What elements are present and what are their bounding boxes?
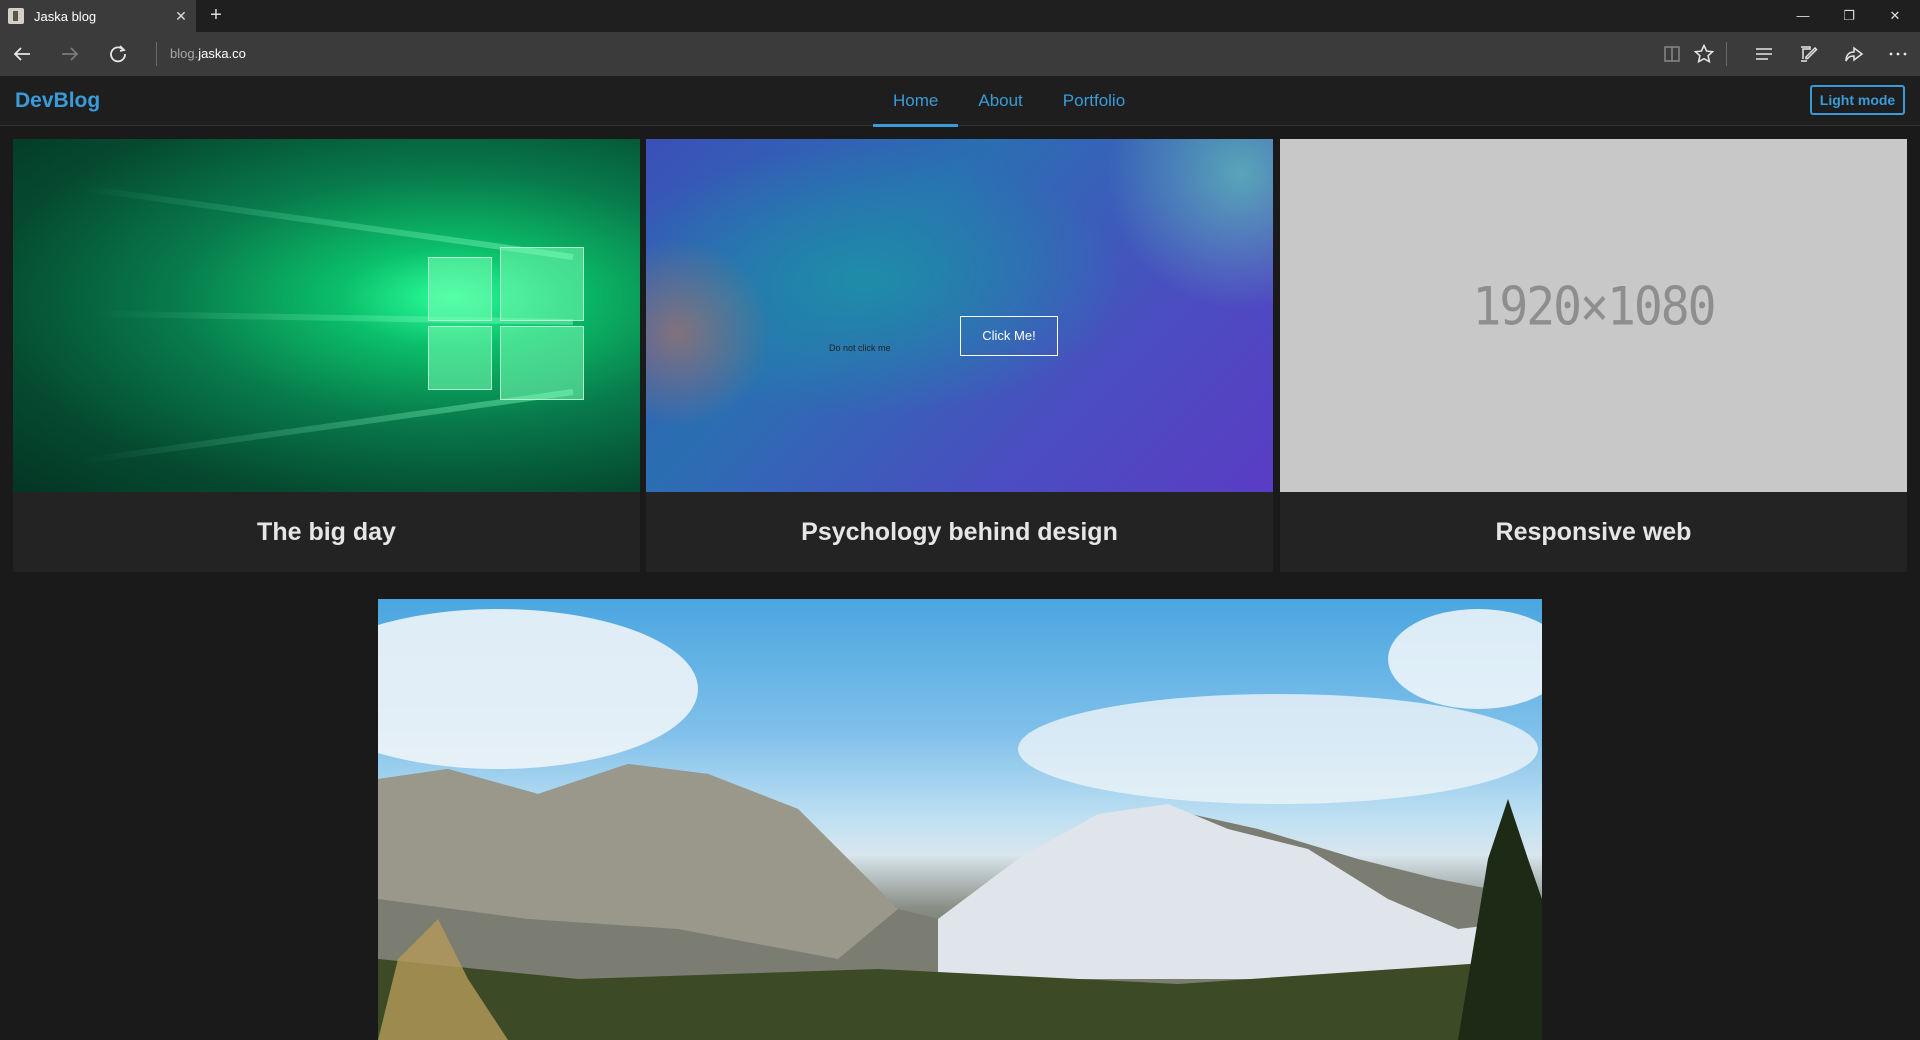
gradient-image: Do not click me Click Me!	[646, 139, 1273, 492]
refresh-button[interactable]	[98, 32, 138, 76]
share-button[interactable]	[1834, 32, 1874, 76]
restore-button[interactable]: ❐	[1826, 0, 1872, 32]
browser-title-bar: Jaska blog ✕ + — ❐ ✕	[0, 0, 1920, 32]
post-card-responsive[interactable]: 1920×1080 Responsive web	[1280, 139, 1907, 572]
site-favicon-icon	[8, 8, 24, 24]
nav-home[interactable]: Home	[873, 76, 959, 127]
more-menu-button[interactable]	[1878, 32, 1918, 76]
back-button[interactable]	[2, 32, 42, 76]
nav-about[interactable]: About	[958, 76, 1042, 126]
hub-icon	[1756, 48, 1772, 60]
url-prefix: blog.	[170, 46, 199, 61]
browser-tab[interactable]: Jaska blog ✕	[0, 0, 196, 32]
reading-view-icon	[1664, 46, 1680, 62]
close-window-button[interactable]: ✕	[1872, 0, 1918, 32]
post-card-psychology[interactable]: Do not click me Click Me! Psychology beh…	[646, 139, 1273, 572]
post-title[interactable]: Psychology behind design	[646, 492, 1273, 572]
tab-close-icon[interactable]: ✕	[166, 8, 196, 25]
tab-title: Jaska blog	[34, 8, 97, 24]
toolbar-separator	[1726, 42, 1727, 66]
placeholder-image: 1920×1080	[1280, 139, 1907, 492]
refresh-icon	[110, 45, 126, 63]
back-arrow-icon	[13, 47, 30, 61]
url-domain: jaska.co	[198, 46, 246, 61]
light-mode-button[interactable]: Light mode	[1810, 85, 1905, 115]
hub-button[interactable]	[1744, 32, 1784, 76]
post-title[interactable]: The big day	[13, 492, 640, 572]
site-brand[interactable]: DevBlog	[15, 76, 100, 126]
web-note-icon	[1801, 46, 1818, 62]
forward-arrow-icon	[62, 47, 79, 61]
post-title[interactable]: Responsive web	[1280, 492, 1907, 572]
site-navbar: DevBlog Home About Portfolio Light mode	[0, 76, 1920, 127]
address-separator	[156, 42, 157, 66]
nav-portfolio[interactable]: Portfolio	[1043, 76, 1145, 126]
web-note-button[interactable]	[1788, 32, 1828, 76]
ellipsis-icon	[1889, 52, 1907, 56]
star-icon	[1694, 44, 1714, 64]
click-me-button[interactable]: Click Me!	[960, 316, 1058, 356]
address-bar[interactable]: blog.jaska.co	[170, 32, 246, 76]
site-menu: Home About Portfolio	[873, 76, 1145, 127]
windows-logo-image	[13, 139, 640, 492]
share-icon	[1845, 46, 1864, 62]
post-card-big-day[interactable]: The big day	[13, 139, 640, 572]
favorite-button[interactable]	[1684, 32, 1724, 76]
forward-button[interactable]	[50, 32, 90, 76]
new-tab-button[interactable]: +	[204, 0, 228, 32]
browser-toolbar: blog.jaska.co	[0, 32, 1920, 76]
minimize-button[interactable]: —	[1780, 0, 1826, 32]
do-not-click-link[interactable]: Do not click me	[829, 343, 891, 353]
placeholder-size-text: 1920×1080	[1472, 276, 1716, 338]
mountain-landscape-image	[378, 599, 1542, 1040]
mountain-illustration	[378, 609, 1542, 1040]
